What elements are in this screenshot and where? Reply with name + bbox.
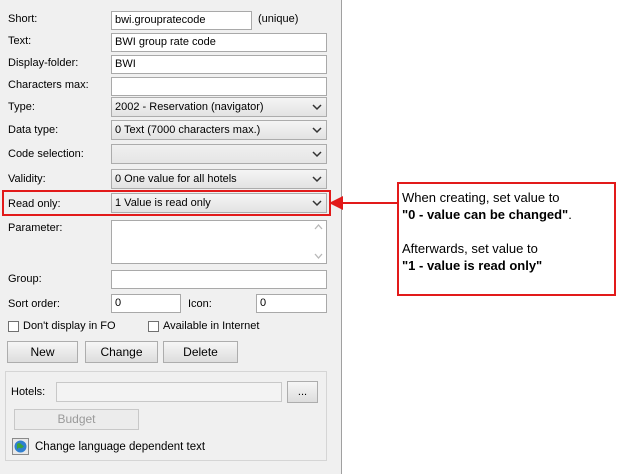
change-language-link[interactable]: Change language dependent text: [35, 441, 205, 453]
available-internet-label: Available in Internet: [163, 320, 260, 332]
annotation-line-2-end: .: [568, 207, 572, 222]
hotels-label: Hotels:: [11, 386, 46, 398]
data-type-label: Data type:: [8, 124, 59, 136]
read-only-highlight: [2, 190, 331, 216]
chevron-down-icon: [312, 127, 322, 134]
annotation-line-4: "1 - value is read only": [402, 258, 543, 273]
type-select[interactable]: 2002 - Reservation (navigator): [111, 97, 327, 117]
code-selection-select[interactable]: [111, 144, 327, 164]
display-folder-field[interactable]: BWI: [111, 55, 327, 74]
hotels-group: Hotels: ... Budget Change language depen…: [5, 371, 327, 461]
annotation-callout: When creating, set value to "0 - value c…: [397, 182, 616, 296]
code-selection-label: Code selection:: [8, 148, 84, 160]
chevron-down-icon: [312, 104, 322, 111]
parameter-textarea[interactable]: [111, 220, 327, 264]
characters-max-field[interactable]: [111, 77, 327, 96]
type-select-value: 2002 - Reservation (navigator): [115, 101, 264, 113]
data-type-select[interactable]: 0 Text (7000 characters max.): [111, 120, 327, 140]
icon-field[interactable]: 0: [256, 294, 327, 313]
globe-icon[interactable]: [12, 438, 29, 455]
available-internet-checkbox[interactable]: [148, 321, 159, 332]
group-label: Group:: [8, 273, 42, 285]
validity-label: Validity:: [8, 173, 46, 185]
short-field[interactable]: bwi.grouprate​code: [111, 11, 252, 30]
annotation-spacer: [402, 223, 611, 240]
characters-max-label: Characters max:: [8, 79, 89, 91]
annotation-line-1: When creating, set value to: [402, 190, 560, 205]
type-label: Type:: [8, 101, 35, 113]
group-field[interactable]: [111, 270, 327, 289]
budget-button[interactable]: Budget: [14, 409, 139, 430]
chevron-down-icon: [312, 176, 322, 183]
scroll-up-icon[interactable]: [314, 224, 323, 230]
annotation-line-2: "0 - value can be changed": [402, 207, 569, 222]
data-type-select-value: 0 Text (7000 characters max.): [115, 124, 261, 136]
parameter-label: Parameter:: [8, 222, 63, 234]
text-field[interactable]: BWI group rate code: [111, 33, 327, 52]
sort-order-label: Sort order:: [8, 298, 60, 310]
change-button[interactable]: Change: [85, 341, 158, 363]
scroll-down-icon[interactable]: [314, 253, 323, 259]
delete-button[interactable]: Delete: [163, 341, 238, 363]
callout-arrow-icon: [329, 196, 398, 210]
new-button[interactable]: New: [7, 341, 78, 363]
sort-order-field[interactable]: 0: [111, 294, 181, 313]
short-label: Short:: [8, 13, 38, 25]
annotation-line-3: Afterwards, set value to: [402, 241, 538, 256]
icon-label: Icon:: [188, 298, 212, 310]
dont-display-fo-checkbox[interactable]: [8, 321, 19, 332]
display-folder-label: Display-folder:: [8, 57, 79, 69]
annotation-line-2-row: "0 - value can be changed".: [402, 206, 611, 223]
validity-select[interactable]: 0 One value for all hotels: [111, 169, 327, 189]
properties-panel: Short: bwi.grouprate​code (unique) Text:…: [0, 0, 342, 474]
text-label: Text:: [8, 35, 32, 47]
dont-display-fo-label: Don't display in FO: [23, 320, 116, 332]
validity-select-value: 0 One value for all hotels: [115, 173, 237, 185]
chevron-down-icon: [312, 151, 322, 158]
hotels-browse-button[interactable]: ...: [287, 381, 318, 403]
short-unique-note: (unique): [258, 13, 299, 25]
hotels-field[interactable]: [56, 382, 282, 402]
